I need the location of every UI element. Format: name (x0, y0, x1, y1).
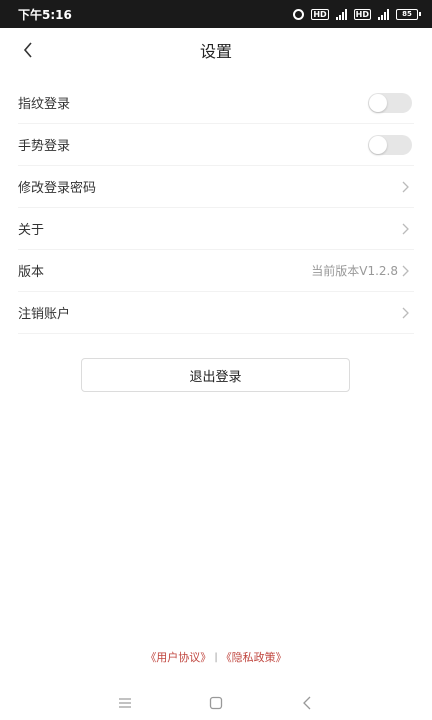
chevron-left-icon (23, 42, 32, 58)
chevron-right-icon (402, 307, 414, 319)
system-nav-bar (0, 686, 432, 720)
nav-header: 设置 (0, 28, 432, 72)
back-button[interactable] (16, 38, 40, 62)
alarm-icon (293, 8, 305, 20)
deactivate-account-label: 注销账户 (18, 307, 71, 322)
privacy-policy-link[interactable]: 《隐私政策》 (221, 649, 287, 665)
version-label: 版本 (18, 265, 45, 280)
menu-button[interactable] (115, 693, 135, 713)
version-row[interactable]: 版本 当前版本V1.2.8 (18, 250, 414, 292)
status-bar: 下午5:16 HD HD 85 (0, 0, 432, 28)
logout-button[interactable]: 退出登录 (81, 358, 350, 392)
hd-icon: HD (311, 8, 329, 20)
status-time: 下午5:16 (18, 7, 72, 22)
fingerprint-login-row: 指纹登录 (18, 82, 414, 124)
version-value: 当前版本V1.2.8 (311, 264, 398, 278)
chevron-right-icon (402, 265, 414, 277)
status-icons: HD HD 85 (293, 8, 421, 20)
chevron-right-icon (402, 181, 414, 193)
square-icon (209, 696, 223, 710)
fingerprint-login-label: 指纹登录 (18, 97, 71, 112)
policy-separator: | (214, 651, 218, 663)
gesture-login-toggle[interactable] (368, 134, 412, 155)
gesture-login-row: 手势登录 (18, 124, 414, 166)
gesture-login-label: 手势登录 (18, 139, 71, 154)
home-button[interactable] (206, 693, 226, 713)
fingerprint-login-toggle[interactable] (368, 92, 412, 113)
signal-icon (335, 8, 347, 20)
menu-icon (119, 698, 132, 708)
about-row[interactable]: 关于 (18, 208, 414, 250)
chevron-right-icon (402, 223, 414, 235)
battery-icon: 85 (396, 8, 421, 20)
policy-links: 《用户协议》 | 《隐私政策》 (0, 648, 432, 666)
hd-icon-2: HD (353, 8, 371, 20)
version-right: 当前版本V1.2.8 (311, 262, 414, 279)
signal-icon-2 (378, 8, 389, 20)
user-agreement-link[interactable]: 《用户协议》 (145, 649, 211, 665)
deactivate-account-row[interactable]: 注销账户 (18, 292, 414, 334)
page-title: 设置 (199, 42, 232, 61)
change-password-label: 修改登录密码 (18, 181, 97, 196)
change-password-row[interactable]: 修改登录密码 (18, 166, 414, 208)
system-back-button[interactable] (297, 693, 317, 713)
triangle-back-icon (302, 696, 311, 710)
settings-list: 指纹登录 手势登录 修改登录密码 关于 版本 当前版本V1.2.8 注销账户 (0, 82, 432, 334)
about-label: 关于 (18, 223, 45, 238)
